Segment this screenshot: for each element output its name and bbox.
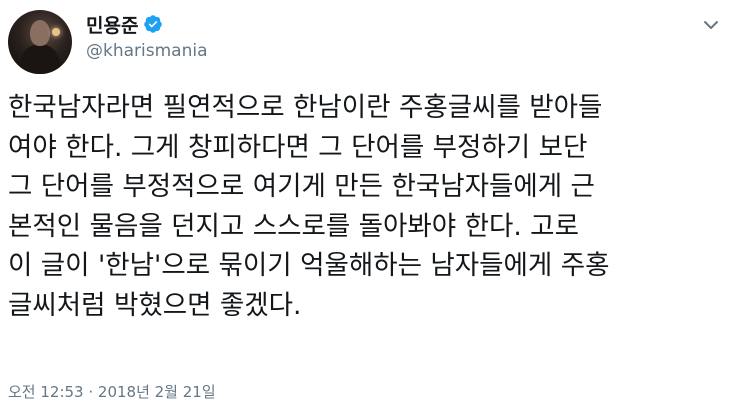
- chevron-down-icon[interactable]: [700, 14, 722, 36]
- tweet-card: 민용준 @kharismania 한국남자라면 필연적으로 한남이란 주홍글씨를…: [0, 0, 735, 413]
- tweet-text: 한국남자라면 필연적으로 한남이란 주홍글씨를 받아들 여야 한다. 그게 창피…: [8, 92, 610, 321]
- verified-badge-icon: [143, 14, 163, 34]
- avatar-light-shape: [52, 28, 60, 36]
- author-name-row: 민용준: [86, 11, 163, 38]
- tweet-timestamp[interactable]: 오전 12:53 · 2018년 2월 21일: [8, 381, 216, 402]
- author-display-name[interactable]: 민용준: [86, 11, 138, 38]
- author-handle[interactable]: @kharismania: [86, 41, 208, 61]
- avatar-face-shape: [30, 20, 50, 46]
- avatar-body-shape: [20, 44, 60, 74]
- avatar[interactable]: [8, 10, 72, 74]
